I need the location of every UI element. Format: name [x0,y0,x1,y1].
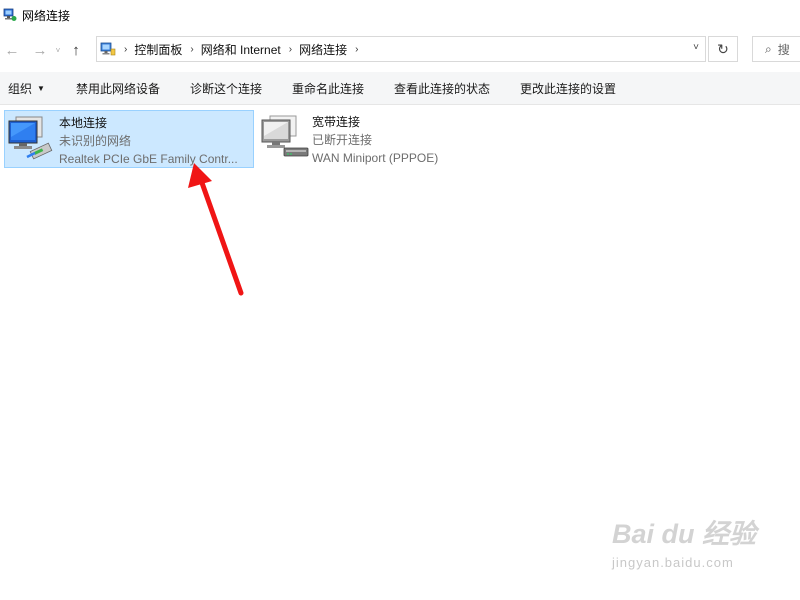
connection-status: 未识别的网络 [59,134,132,148]
breadcrumb-separator-icon[interactable]: › [190,44,193,55]
back-arrow-icon[interactable]: ← [2,36,22,64]
watermark-url: jingyan.baidu.com [612,555,734,570]
search-icon: ⌕ [765,41,772,56]
organize-label: 组织 [8,81,33,96]
organize-menu-button[interactable]: 组织 ▼ [0,72,53,104]
connection-device: WAN Miniport (PPPOE) [312,151,439,165]
connection-status: 已断开连接 [312,133,373,147]
connection-name: 本地连接 [59,116,108,130]
view-status-button[interactable]: 查看此连接的状态 [386,72,498,104]
caret-down-icon: ▼ [37,83,45,93]
connection-device: Realtek PCIe GbE Family Contr... [59,152,238,166]
breadcrumb-network-internet[interactable]: 网络和 Internet [201,41,281,58]
disable-device-button[interactable]: 禁用此网络设备 [68,72,168,104]
search-box[interactable]: ⌕ 搜 [752,36,800,62]
address-dropdown-chevron-icon[interactable]: ˅ [693,42,699,53]
command-toolbar: 组织 ▼ 禁用此网络设备 诊断这个连接 重命名此连接 查看此连接的状态 更改此连… [0,72,800,105]
search-placeholder: 搜 [777,42,790,57]
ethernet-adapter-icon [5,111,59,165]
control-panel-icon [100,42,116,56]
forward-arrow-icon[interactable]: → [30,36,50,64]
title-bar: 网络连接 [0,0,800,30]
window-title: 网络连接 [22,8,71,23]
up-arrow-icon[interactable]: ↑ [66,36,86,64]
network-connections-icon [3,8,17,21]
breadcrumb-separator-icon: › [124,43,128,55]
breadcrumb-network-connections[interactable]: 网络连接 [299,41,347,58]
navigation-bar: ← → ˅ ↑ › 控制面板 › 网络和 Internet › 网络连接 › ˅… [0,32,800,68]
broadband-modem-icon [258,110,312,164]
diagnose-connection-button[interactable]: 诊断这个连接 [182,72,270,104]
connection-item-broadband[interactable]: 宽带连接 已断开连接 WAN Miniport (PPPOE) [258,110,498,168]
address-bar[interactable]: › 控制面板 › 网络和 Internet › 网络连接 › ˅ [96,36,706,62]
breadcrumb-control-panel[interactable]: 控制面板 [134,41,182,58]
breadcrumb-separator-icon[interactable]: › [289,44,292,55]
refresh-icon[interactable]: ↻ [708,36,738,62]
breadcrumb-separator-icon[interactable]: › [355,44,358,55]
recent-locations-chevron-icon[interactable]: ˅ [52,46,64,55]
connection-name: 宽带连接 [312,115,361,129]
rename-connection-button[interactable]: 重命名此连接 [284,72,372,104]
connection-item-local[interactable]: 本地连接 未识别的网络 Realtek PCIe GbE Family Cont… [4,110,254,168]
baidu-jingyan-watermark: Bai du 经验 jingyan.baidu.com [612,512,772,582]
watermark-logo: Bai du 经验 [612,519,757,549]
change-settings-button[interactable]: 更改此连接的设置 [512,72,624,104]
